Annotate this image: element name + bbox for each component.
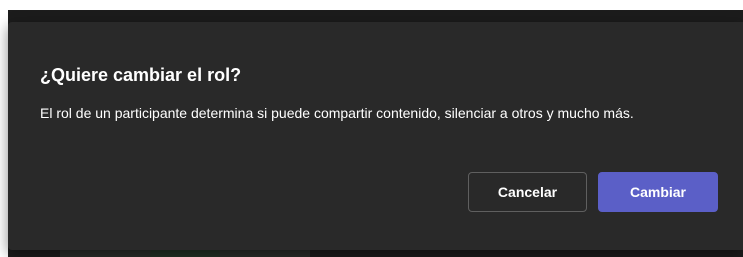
dialog-message: El rol de un participante determina si p… — [40, 105, 634, 121]
change-role-dialog: ¿Quiere cambiar el rol? El rol de un par… — [8, 22, 743, 250]
screen: ¿Quiere cambiar el rol? El rol de un par… — [0, 0, 743, 257]
change-button[interactable]: Cambiar — [598, 172, 718, 212]
dialog-title: ¿Quiere cambiar el rol? — [40, 65, 242, 85]
cancel-button[interactable]: Cancelar — [468, 172, 587, 212]
